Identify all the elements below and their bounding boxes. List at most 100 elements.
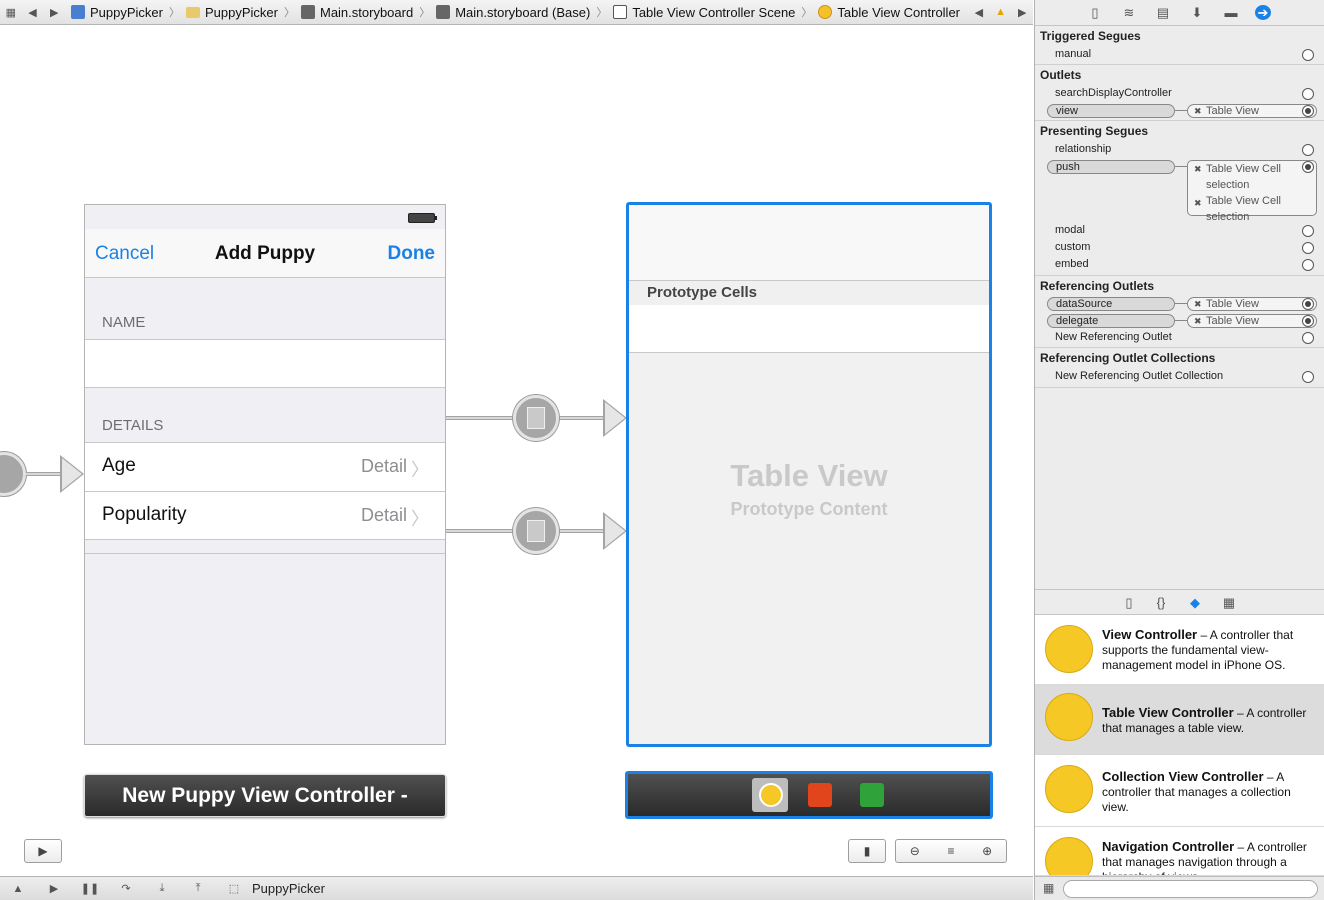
collection-view-controller-icon <box>1045 765 1093 813</box>
connection-circle[interactable] <box>1302 144 1314 156</box>
done-button[interactable]: Done <box>388 243 436 265</box>
referencing-outlets-section: Referencing Outlets dataSource ✖ Table Vi… <box>1035 276 1324 348</box>
connections-inspector-icon[interactable]: ➔ <box>1255 5 1271 20</box>
entry-segue-line <box>26 472 62 476</box>
delegate-target[interactable]: ✖ Table View <box>1187 314 1317 328</box>
code-snippet-icon[interactable]: {} <box>1153 595 1169 610</box>
table-view-controller-scene[interactable]: Prototype Cells Table View Prototype Con… <box>626 202 992 747</box>
zoom-in-icon[interactable]: ⊕ <box>982 844 992 858</box>
breadcrumb-group[interactable]: PuppyPicker 〉 <box>186 4 295 20</box>
media-library-icon[interactable]: ▦ <box>1221 595 1237 610</box>
step-into-icon[interactable]: ⤓ <box>144 882 180 895</box>
breakpoints-icon[interactable]: ▶ <box>36 882 72 895</box>
library-search-input[interactable] <box>1063 880 1318 898</box>
exit-icon[interactable] <box>860 783 884 807</box>
device-size-icon[interactable]: ▮ <box>848 839 886 863</box>
table-view-controller-icon <box>1045 693 1093 741</box>
view-controller-icon <box>1045 625 1093 673</box>
breadcrumb-scene[interactable]: Table View Controller Scene 〉 <box>613 4 812 20</box>
popularity-cell[interactable]: Popularity Detail 〉 <box>85 491 445 540</box>
controller-icon[interactable] <box>759 783 783 807</box>
name-cell[interactable] <box>85 339 445 388</box>
breadcrumb-project[interactable]: PuppyPicker 〉 <box>71 4 180 20</box>
target-label: PuppyPicker <box>252 881 325 896</box>
breadcrumb-storyboard-base[interactable]: Main.storyboard (Base) 〉 <box>436 4 607 20</box>
scene-title-bar[interactable]: New Puppy View Controller - <box>84 774 446 817</box>
connection-circle[interactable] <box>1302 242 1314 254</box>
next-issue-icon[interactable]: ▶ <box>1011 1 1033 23</box>
datasource-target[interactable]: ✖ Table View <box>1187 297 1317 311</box>
outlet-view-pill[interactable]: view <box>1047 104 1175 118</box>
datasource-pill[interactable]: dataSource <box>1047 297 1175 311</box>
prototype-cells-header: Prototype Cells <box>629 280 989 305</box>
push-segue-icon[interactable] <box>513 395 559 441</box>
back-arrow-icon[interactable]: ◀ <box>22 1 44 23</box>
attributes-inspector-icon[interactable]: ⬇ <box>1189 5 1205 20</box>
connection-circle[interactable] <box>1302 88 1314 100</box>
cell-label: Popularity <box>102 504 187 525</box>
connection-circle[interactable] <box>1302 332 1314 344</box>
push-segue-icon[interactable] <box>513 508 559 554</box>
connection-circle[interactable] <box>1302 315 1314 327</box>
connection-line <box>1175 166 1187 167</box>
object-library-icon[interactable]: ◆ <box>1187 595 1203 610</box>
library-item-table-view-controller[interactable]: Table View Controller – A controller tha… <box>1035 685 1324 755</box>
cell-detail: Detail <box>360 505 407 525</box>
library-item-view-controller[interactable]: View Controller – A controller that supp… <box>1035 615 1324 685</box>
connection-circle[interactable] <box>1302 259 1314 271</box>
zoom-fit-icon[interactable]: ≡ <box>947 844 954 858</box>
connection-circle[interactable] <box>1302 161 1314 173</box>
file-inspector-icon[interactable]: ▯ <box>1087 5 1103 20</box>
hide-debug-area-icon[interactable]: ▲ <box>0 883 36 895</box>
cancel-button[interactable]: Cancel <box>95 243 154 265</box>
connection-circle[interactable] <box>1302 225 1314 237</box>
warning-icon[interactable]: ▲ <box>990 1 1012 23</box>
table-footer-divider <box>85 553 445 554</box>
table-view-placeholder-subtitle: Prototype Content <box>730 499 888 519</box>
cell-label: Age <box>102 455 136 476</box>
connection-line <box>1175 110 1187 111</box>
push-targets[interactable]: ✖ Table View Cell selection ✖ Table View … <box>1187 160 1317 223</box>
quick-help-icon[interactable]: ≋ <box>1121 5 1137 20</box>
grid-view-icon[interactable]: ▦ <box>1043 881 1054 895</box>
zoom-out-icon[interactable]: ⊖ <box>910 844 920 858</box>
identity-inspector-icon[interactable]: ▤ <box>1155 5 1171 20</box>
document-outline-toggle[interactable]: ▶ <box>24 839 62 863</box>
add-puppy-scene[interactable]: Add Puppy Cancel Done NAME DETAILS Age D… <box>84 204 446 745</box>
pause-icon[interactable]: ❚❚ <box>72 882 108 895</box>
library-item-collection-view-controller[interactable]: Collection View Controller – A controlle… <box>1035 755 1324 827</box>
disconnect-icon[interactable]: ✖ <box>1194 163 1202 175</box>
step-out-icon[interactable]: ⤒ <box>180 882 216 895</box>
connection-circle[interactable] <box>1302 298 1314 310</box>
debug-bar: ▲ ▶ ❚❚ ↷ ⤓ ⤒ ⬚ PuppyPicker <box>0 876 1033 900</box>
delegate-pill[interactable]: delegate <box>1047 314 1175 328</box>
zoom-controls[interactable]: ⊖ ≡ ⊕ <box>895 839 1007 863</box>
previous-issue-icon[interactable]: ◀ <box>968 1 990 23</box>
connection-circle[interactable] <box>1302 49 1314 61</box>
step-over-icon[interactable]: ↷ <box>108 882 144 895</box>
forward-arrow-icon[interactable]: ▶ <box>43 1 65 23</box>
scene-dock[interactable] <box>625 771 993 819</box>
size-inspector-icon[interactable]: ▬ <box>1223 5 1239 20</box>
segue-push-pill[interactable]: push <box>1047 160 1175 174</box>
breadcrumb-storyboard[interactable]: Main.storyboard 〉 <box>300 4 430 20</box>
related-items-icon[interactable]: ▦ <box>0 1 22 23</box>
disconnect-icon[interactable]: ✖ <box>1194 315 1202 327</box>
prototype-cell[interactable] <box>629 305 989 353</box>
age-cell[interactable]: Age Detail 〉 <box>85 442 445 491</box>
disconnect-icon[interactable]: ✖ <box>1194 195 1202 211</box>
jump-bar: ▦ ◀ ▶ PuppyPicker 〉 PuppyPicker 〉 Main.sto… <box>0 0 1033 25</box>
connection-circle[interactable] <box>1302 105 1314 117</box>
outlet-target[interactable]: ✖ Table View <box>1187 104 1317 118</box>
connection-line <box>1175 320 1187 321</box>
breadcrumb-controller[interactable]: Table View Controller <box>818 5 960 20</box>
file-template-icon[interactable]: ▯ <box>1121 595 1137 610</box>
connection-line <box>1175 303 1187 304</box>
disconnect-icon[interactable]: ✖ <box>1194 298 1202 310</box>
referencing-collections-section: Referencing Outlet Collections New Refer… <box>1035 348 1324 388</box>
connection-circle[interactable] <box>1302 371 1314 383</box>
disconnect-icon[interactable]: ✖ <box>1194 105 1202 117</box>
battery-icon <box>408 213 437 223</box>
first-responder-icon[interactable] <box>808 783 832 807</box>
library-item-navigation-controller[interactable]: Navigation Controller – A controller tha… <box>1035 827 1324 876</box>
